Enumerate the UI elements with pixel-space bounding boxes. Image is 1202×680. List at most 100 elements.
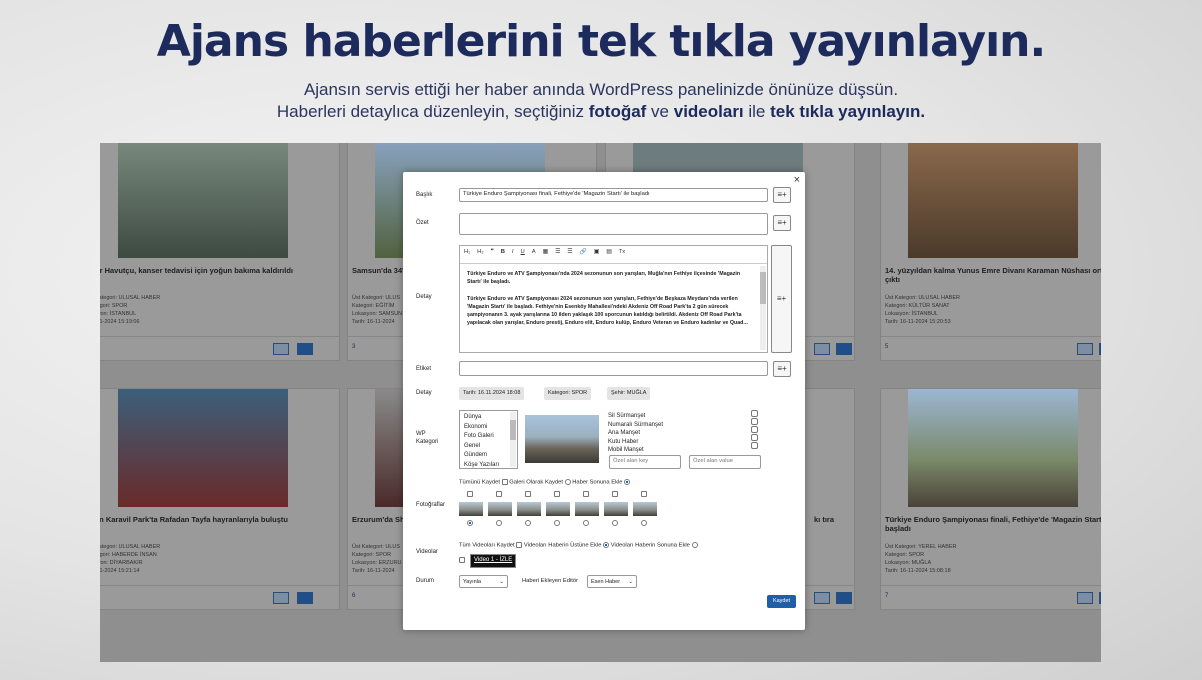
news-photo (118, 143, 288, 258)
photo-count: 3 (352, 344, 356, 350)
clear-format-icon[interactable]: Tx (619, 249, 625, 255)
save-all-photos-checkbox[interactable] (501, 479, 508, 485)
option-checkbox[interactable] (751, 418, 758, 425)
detail-button[interactable] (273, 592, 289, 604)
news-meta: Üst Kategori: ULUSAL HABER Kategori: KÜLT… (885, 295, 960, 325)
label-durum: Durum (416, 578, 435, 584)
custom-key-input[interactable]: Özel alan key (609, 455, 681, 469)
close-icon[interactable]: × (794, 174, 800, 186)
label-videolar: Videolar (416, 549, 438, 555)
watch-video-button[interactable]: Video 1 - İZLE (469, 554, 517, 568)
editor-scrollbar[interactable] (760, 266, 766, 350)
add-list-icon[interactable]: ≡+ (773, 361, 791, 377)
video-checkbox[interactable] (459, 557, 465, 563)
append-end-radio[interactable] (624, 479, 631, 485)
photo-thumb[interactable] (575, 491, 599, 527)
subtitle-line-2: Haberleri detaylıca düzenleyin, seçtiğin… (276, 102, 926, 121)
summary-textarea[interactable] (459, 213, 768, 235)
option-checkbox[interactable] (751, 442, 758, 449)
editor-label: Haberi Ekleyen Editör (522, 578, 579, 584)
option-checkbox[interactable] (751, 434, 758, 441)
editor-toolbar: H₁ H₂ ❞ B I U A ▦ ☰ ☰ 🔗 ▣ ▤ Tx (460, 246, 767, 264)
date-badge: Tarih: 16.11.2024 18:08 (459, 387, 525, 400)
news-card[interactable]: 14. yüzyıldan kalma Yunus Emre Divanı Ka… (880, 143, 1101, 361)
edit-button[interactable] (1099, 343, 1101, 355)
chevron-down-icon: ⌄ (628, 579, 633, 585)
detail-button[interactable] (814, 343, 830, 355)
underline-icon[interactable]: U (521, 249, 525, 255)
edit-button[interactable] (297, 592, 313, 604)
photo-thumb[interactable] (546, 491, 570, 527)
option-checkbox[interactable] (751, 410, 758, 417)
news-meta: Üst Kategori: YEREL HABER Kategori: SPOR L… (885, 544, 957, 574)
rich-text-editor[interactable]: H₁ H₂ ❞ B I U A ▦ ☰ ☰ 🔗 ▣ ▤ Tx Türkiye Enduro ve ATV … (459, 245, 768, 353)
italic-icon[interactable]: I (512, 249, 514, 255)
add-list-icon[interactable]: ≡+ (773, 215, 791, 231)
photo-thumb[interactable] (604, 491, 628, 527)
category-badge: Kategori: SPOR (544, 387, 592, 400)
edit-button[interactable] (1099, 592, 1101, 604)
edit-button[interactable] (297, 343, 313, 355)
custom-value-input[interactable]: Özel alan value (689, 455, 761, 469)
news-photo (118, 389, 288, 507)
photo-count: 6 (352, 593, 356, 599)
edit-button[interactable] (836, 343, 852, 355)
link-icon[interactable]: 🔗 (579, 249, 586, 255)
option-checkbox[interactable] (751, 426, 758, 433)
tags-input[interactable] (459, 361, 768, 376)
image-icon[interactable]: ▣ (594, 249, 599, 255)
news-card[interactable]: ur Havutçu, kanser tedavisi için yoğun b… (100, 143, 340, 361)
headline-options: Sil Sürmanşet Numaralı Sürmanşet Ana Manşe… (608, 413, 664, 453)
news-meta: Üst Kategori: ULUS Kategori: EĞİTİM Lokasy… (352, 295, 403, 325)
news-photo (908, 143, 1078, 258)
bold-icon[interactable]: B (501, 249, 505, 255)
category-listbox[interactable]: Dünya Ekonomi Foto Galeri Genel Gündem Köşe Y… (459, 410, 518, 469)
label-etiket: Etiket (416, 366, 432, 372)
videos-top-radio[interactable] (603, 542, 610, 548)
editor-content[interactable]: Türkiye Enduro ve ATV Şampiyonası'nda 20… (460, 264, 758, 350)
quote-icon[interactable]: ❞ (491, 249, 494, 255)
detail-button[interactable] (273, 343, 289, 355)
background-color-icon[interactable]: ▦ (543, 249, 548, 255)
video-icon[interactable]: ▤ (606, 249, 611, 255)
photo-thumb[interactable] (459, 491, 483, 527)
photo-thumb[interactable] (633, 491, 657, 527)
photo-thumb[interactable] (488, 491, 512, 527)
font-color-icon[interactable]: A (532, 249, 536, 255)
photo-count: 7 (885, 593, 889, 599)
news-meta: Üst Kategori: ULUS Kategori: SPOR Lokasyon… (352, 544, 402, 574)
detail-button[interactable] (1077, 592, 1093, 604)
news-card[interactable]: Türkiye Enduro Şampiyonası finali, Fethi… (880, 388, 1101, 610)
save-button[interactable]: Kaydet (767, 595, 796, 608)
page-title: Ajans haberlerini tek tıkla yayınlayın. (156, 16, 1046, 67)
label-baslik: Başlık (416, 192, 433, 198)
featured-photo (525, 415, 599, 463)
news-title: 14. yüzyıldan kalma Yunus Emre Divanı Ka… (885, 266, 1101, 284)
add-list-icon[interactable]: ≡+ (773, 187, 791, 203)
heading1-icon[interactable]: H₁ (464, 249, 470, 255)
news-meta: Kategori: ULUSAL HABERtegori: SPORsyon: … (100, 295, 161, 325)
gallery-radio[interactable] (564, 479, 571, 485)
label-detay: Detay (416, 294, 432, 300)
news-card[interactable]: an Karavil Park'ta Rafadan Tayfa hayranl… (100, 388, 340, 610)
detail-button[interactable] (814, 592, 830, 604)
status-select[interactable]: Yayınla ⌄ (459, 575, 508, 588)
edit-button[interactable] (836, 592, 852, 604)
heading2-icon[interactable]: H₂ (477, 249, 483, 255)
photo-thumb[interactable] (517, 491, 541, 527)
news-meta: Kategori: ULUSAL HABER tegori: HABERDE İN… (100, 544, 161, 574)
title-input[interactable]: Türkiye Enduro Şampiyonası finali, Fethi… (459, 188, 768, 202)
editor-select[interactable]: Esen Haber ⌄ (587, 575, 637, 588)
news-photo (908, 389, 1078, 507)
listbox-scrollbar[interactable] (510, 412, 516, 467)
subtitle-line-1: Ajansın servis ettiği her haber anında W… (303, 80, 899, 99)
save-all-videos-checkbox[interactable] (516, 542, 523, 548)
photo-save-options: Tümünü Kaydet Galeri Olarak Kaydet Haber… (459, 479, 631, 486)
bullet-list-icon[interactable]: ☰ (567, 249, 572, 255)
ordered-list-icon[interactable]: ☰ (555, 249, 560, 255)
news-title: an Karavil Park'ta Rafadan Tayfa hayranl… (100, 515, 288, 524)
videos-end-radio[interactable] (691, 542, 698, 548)
label-wp-kategori: WP Kategori (416, 431, 439, 445)
add-list-icon[interactable]: ≡+ (771, 245, 792, 353)
detail-button[interactable] (1077, 343, 1093, 355)
